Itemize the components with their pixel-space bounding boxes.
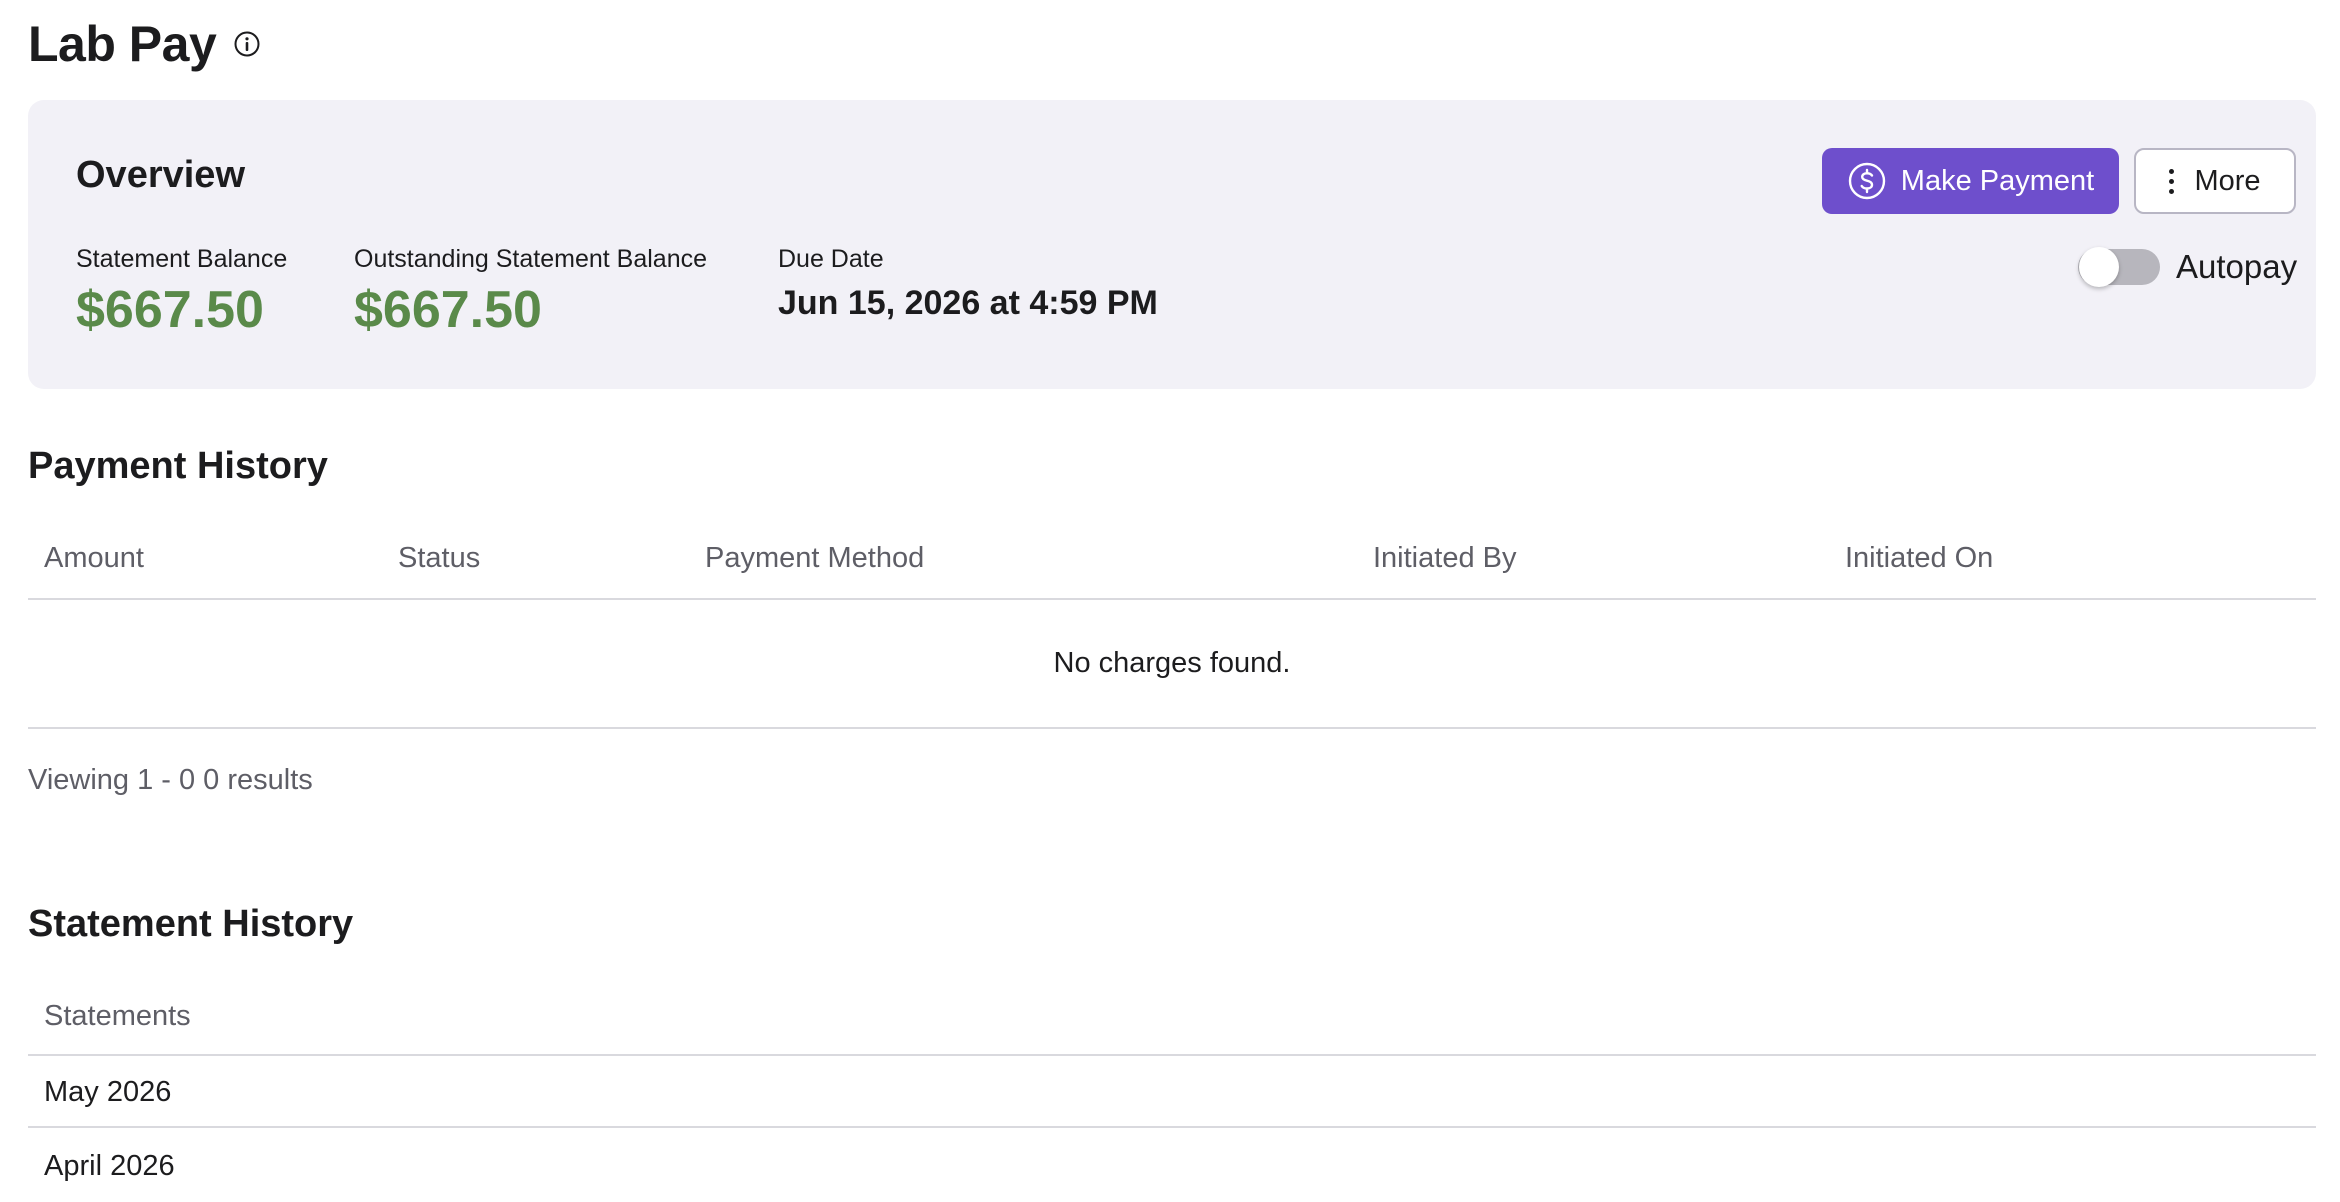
more-button[interactable]: More [2134,148,2296,214]
due-date: Due Date Jun 15, 2026 at 4:59 PM [778,245,1158,322]
results-count: Viewing 1 - 0 0 results [28,764,313,796]
page-title: Lab Pay [28,16,217,72]
page-header: Lab Pay [28,0,2316,88]
statement-row[interactable]: May 2026 [28,1056,2316,1128]
statement-month: May 2026 [44,1076,172,1108]
payment-history-empty-row: No charges found. [28,599,2316,729]
statement-balance-value: $667.50 [76,281,264,339]
toggle-knob [2079,247,2119,287]
column-status[interactable]: Status [398,542,480,575]
statement-history-header: Statements [28,978,2316,1056]
outstanding-balance-value: $667.50 [354,281,542,339]
outstanding-balance: Outstanding Statement Balance $667.50 [354,245,708,339]
overview-title: Overview [76,154,245,196]
vertical-ellipsis-icon [2169,168,2175,194]
payment-history-title: Payment History [28,445,328,487]
statement-row[interactable]: April 2026 [28,1130,2316,1202]
empty-message: No charges found. [1053,646,1291,679]
info-icon[interactable] [232,29,262,59]
due-date-value: Jun 15, 2026 at 4:59 PM [778,284,1158,322]
due-date-label: Due Date [778,245,884,273]
column-amount[interactable]: Amount [44,542,144,575]
payment-history-header: Amount Status Payment Method Initiated B… [28,518,2316,600]
column-initiated-on[interactable]: Initiated On [1845,542,1993,575]
make-payment-button[interactable]: Make Payment [1822,148,2119,214]
column-statements[interactable]: Statements [44,1000,191,1033]
make-payment-label: Make Payment [1900,164,2095,197]
column-payment-method[interactable]: Payment Method [705,542,924,575]
autopay-control: Autopay [2078,247,2298,287]
statement-month: April 2026 [44,1150,175,1182]
autopay-toggle[interactable] [2078,247,2160,287]
more-label: More [2194,164,2261,197]
statement-history-title: Statement History [28,903,354,945]
lab-pay-page: Lab Pay Overview Statement Balance $667.… [28,0,2316,1182]
column-initiated-by[interactable]: Initiated By [1373,542,1516,575]
dollar-circle-icon [1847,161,1887,201]
statement-balance-label: Statement Balance [76,245,288,273]
statement-balance: Statement Balance $667.50 [76,245,288,339]
autopay-label: Autopay [2176,248,2298,285]
outstanding-balance-label: Outstanding Statement Balance [354,245,708,273]
